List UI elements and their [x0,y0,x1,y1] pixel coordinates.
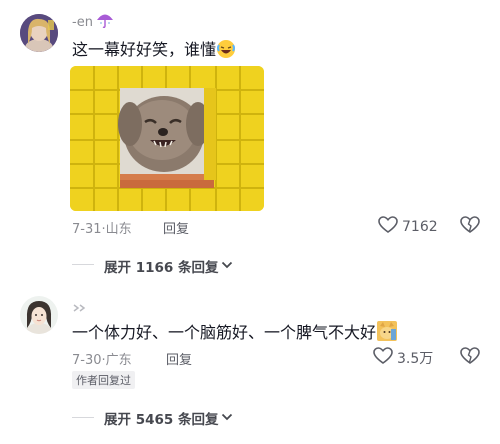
comment-text: 这一幕好好笑，谁懂 [72,36,236,63]
expand-replies-button[interactable]: 展开 1166 条回复 [104,256,233,276]
chevron-down-icon [221,410,233,426]
comment-date: 7-31 [72,222,102,237]
username[interactable]: -en [72,12,114,32]
heart-icon [378,216,398,238]
cat-sticker-icon [376,320,398,346]
comment-text-content: 一个体力好、一个脑筋好、一个脾气不大好 [72,323,377,342]
divider [72,264,94,265]
dislike-button[interactable] [460,216,480,238]
expand-replies-label: 展开 1166 条回复 [104,260,219,276]
expand-replies-button[interactable]: 展开 5465 条回复 [104,408,233,428]
heart-icon [373,347,393,369]
double-chevron-icon [72,298,90,317]
dog-photo-icon [70,66,264,211]
like-count: 7162 [402,219,438,235]
divider [72,417,94,418]
comment-location: 山东 [105,222,132,237]
comment-meta: 7-31·山东 [72,218,132,237]
like-button[interactable]: 7162 [378,216,438,238]
author-replied-badge: 作者回复过 [72,371,135,389]
comment-date: 7-30 [72,353,102,368]
comment-image[interactable] [70,66,264,211]
broken-heart-icon [460,347,480,369]
umbrella-icon [96,12,114,32]
like-button[interactable]: 3.5万 [373,347,433,369]
avatar[interactable] [20,14,58,52]
avatar[interactable] [20,296,58,334]
broken-heart-icon [460,216,480,238]
comment-meta: 7-30·广东 [72,349,132,368]
dislike-button[interactable] [460,347,480,369]
comment-location: 广东 [105,353,132,368]
reply-button[interactable]: 回复 [166,349,192,368]
reply-button[interactable]: 回复 [163,218,189,237]
comment-text: 一个体力好、一个脑筋好、一个脾气不大好 [72,319,398,346]
expand-replies-label: 展开 5465 条回复 [104,412,219,428]
chevron-down-icon [221,258,233,274]
username-text: -en [72,14,93,30]
laughing-emoji-icon [216,39,236,63]
comment-text-content: 这一幕好好笑，谁懂 [72,40,217,59]
like-count: 3.5万 [397,351,434,367]
